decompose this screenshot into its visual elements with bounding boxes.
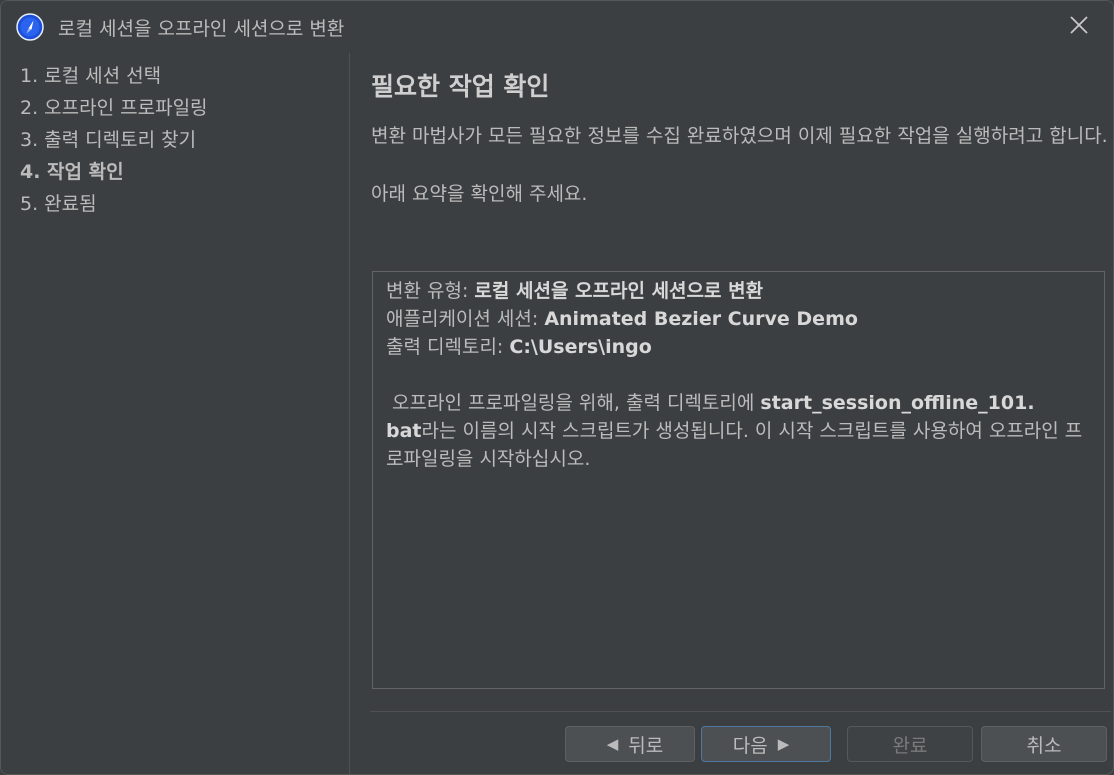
app-session-label: 애플리케이션 세션: (386, 308, 545, 330)
close-button[interactable] (1059, 11, 1099, 43)
finish-button[interactable]: 완료 (847, 726, 973, 762)
step-item-4: 4. 작업 확인 (20, 161, 124, 183)
app-session-line: 애플리케이션 세션: Animated Bezier Curve Demo (386, 305, 1091, 333)
window-title: 로컬 세션을 오프라인 세션으로 변환 (58, 18, 345, 40)
button-bar-divider (370, 711, 1111, 712)
instruction-text: 아래 요약을 확인해 주세요. (371, 183, 588, 205)
script-note-suffix: 라는 이름의 시작 스크립트가 생성됩니다. 이 시작 스크립트를 사용하여 오… (386, 420, 1083, 470)
conversion-type-value: 로컬 세션을 오프라인 세션으로 변환 (474, 280, 764, 302)
triangle-right-icon: ▶ (777, 735, 790, 753)
description-text: 변환 마법사가 모든 필요한 정보를 수집 완료하였으며 이제 필요한 작업을 … (371, 125, 1108, 147)
next-button-label: 다음 (732, 734, 768, 757)
output-dir-value: C:\Users\ingo (509, 336, 652, 358)
conversion-type-line: 변환 유형: 로컬 세션을 오프라인 세션으로 변환 (386, 277, 1091, 305)
script-name-part2: bat (386, 420, 422, 442)
triangle-left-icon: ◀ (606, 735, 619, 753)
summary-content: 변환 유형: 로컬 세션을 오프라인 세션으로 변환 애플리케이션 세션: An… (386, 277, 1091, 473)
step-item-1: 1. 로컬 세션 선택 (20, 65, 162, 87)
finish-button-label: 완료 (892, 734, 928, 757)
script-note: 오프라인 프로파일링을 위해, 출력 디렉토리에 start_session_o… (386, 389, 1091, 473)
output-dir-line: 출력 디렉토리: C:\Users\ingo (386, 333, 1091, 361)
page-title: 필요한 작업 확인 (371, 72, 550, 101)
cancel-button-label: 취소 (1026, 734, 1062, 757)
cancel-button[interactable]: 취소 (981, 726, 1107, 762)
step-item-5: 5. 완료됨 (20, 193, 97, 215)
output-dir-label: 출력 디렉토리: (386, 336, 510, 358)
wizard-dialog: 로컬 세션을 오프라인 세션으로 변환 1. 로컬 세션 선택 2. 오프라인 … (0, 0, 1114, 775)
app-session-value: Animated Bezier Curve Demo (544, 308, 858, 330)
close-icon (1069, 15, 1089, 39)
next-button[interactable]: 다음 ▶ (701, 726, 831, 762)
script-name-part1: start_session_offline_101. (760, 392, 1035, 414)
vertical-divider (349, 53, 350, 774)
title-bar: 로컬 세션을 오프라인 세션으로 변환 (1, 1, 1113, 53)
compass-icon (16, 13, 44, 41)
description: 변환 마법사가 모든 필요한 정보를 수집 완료하였으며 이제 필요한 작업을 … (371, 121, 1111, 209)
steps-panel: 1. 로컬 세션 선택 2. 오프라인 프로파일링 3. 출력 디렉토리 찾기 … (1, 53, 349, 774)
steps-list: 1. 로컬 세션 선택 2. 오프라인 프로파일링 3. 출력 디렉토리 찾기 … (20, 63, 208, 223)
back-button-label: 뒤로 (628, 734, 664, 757)
conversion-type-label: 변환 유형: (386, 280, 475, 302)
step-item-2: 2. 오프라인 프로파일링 (20, 97, 208, 119)
back-button[interactable]: ◀ 뒤로 (565, 726, 695, 762)
script-note-prefix: 오프라인 프로파일링을 위해, 출력 디렉토리에 (386, 392, 761, 414)
step-item-3: 3. 출력 디렉토리 찾기 (20, 129, 197, 151)
summary-panel[interactable]: 변환 유형: 로컬 세션을 오프라인 세션으로 변환 애플리케이션 세션: An… (372, 271, 1105, 689)
